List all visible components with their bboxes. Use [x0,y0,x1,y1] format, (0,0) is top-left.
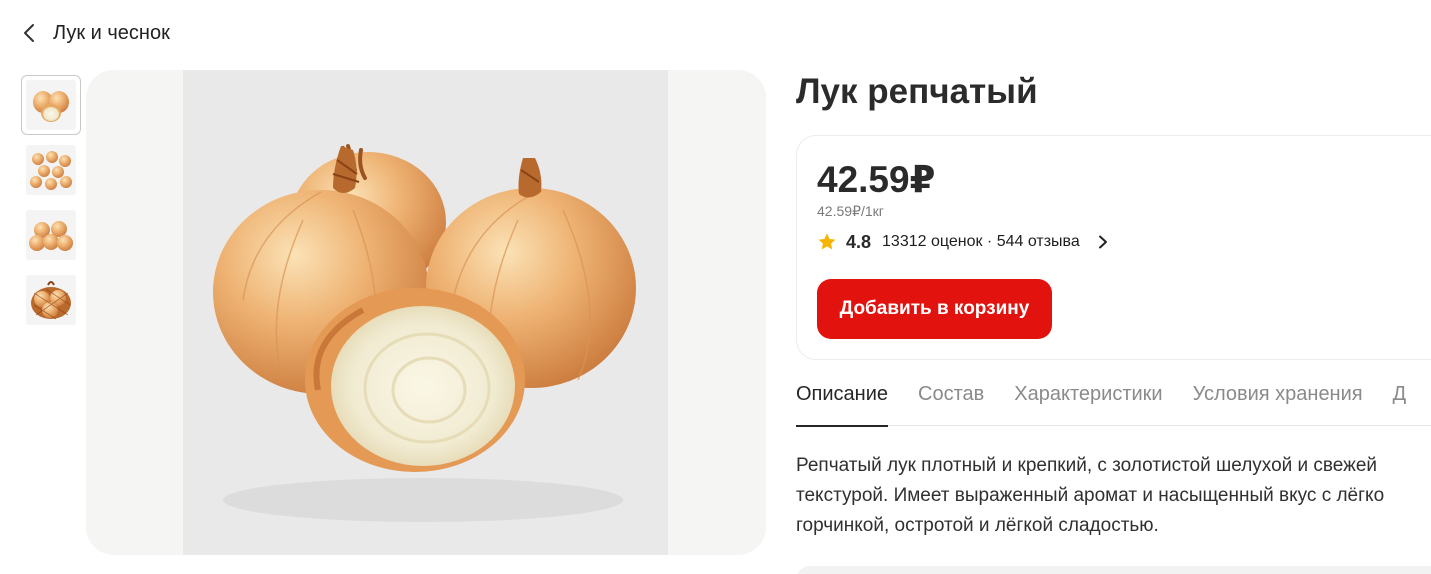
add-to-cart-button[interactable]: Добавить в корзину [817,279,1052,339]
product-photo [183,70,668,555]
onion-net-image [31,281,71,320]
next-section-card [796,566,1431,574]
star-icon [818,233,836,250]
description-line: текстурой. Имеет выраженный аромат и нас… [796,485,1385,506]
price-card: 42.59₽ 42.59₽/1кг 4.8 13312 оценок · 544… [796,135,1431,360]
breadcrumb[interactable]: Лук и чеснок [20,20,170,46]
product-title: Лук репчатый [796,72,1038,111]
tab-storage[interactable]: Условия хранения [1193,380,1363,426]
tab-composition[interactable]: Состав [918,380,984,426]
onion-image [33,91,69,122]
tab-more[interactable]: Д [1393,380,1407,426]
thumbnail-2[interactable] [21,140,81,200]
description-line: Репчатый лук плотный и крепкий, с золоти… [796,455,1378,476]
chevron-left-icon[interactable] [20,20,38,46]
onion-image [29,221,73,251]
rating-score: 4.8 [846,231,872,252]
onion-photo [213,144,636,522]
rating-link[interactable]: 4.8 13312 оценок · 544 отзыва [817,230,1112,254]
thumbnail-3[interactable] [21,205,81,265]
rating-summary: 13312 оценок · 544 отзыва [882,233,1080,250]
price: 42.59₽ [817,159,936,200]
chevron-right-icon[interactable] [1098,235,1112,249]
breadcrumb-label[interactable]: Лук и чеснок [53,22,170,45]
thumbnail-1[interactable] [21,75,81,135]
product-tabs: Описание Состав Характеристики Условия х… [796,380,1431,427]
thumbnail-4[interactable] [21,270,81,330]
tab-characteristics[interactable]: Характеристики [1014,380,1162,426]
description-line: горчинкой, остротой и лёгкой сладостью. [796,515,1159,536]
unit-price: 42.59₽/1кг [817,203,884,219]
onion-image [30,151,72,190]
tab-description[interactable]: Описание [796,380,889,427]
product-description: Репчатый лук плотный и крепкий, с золоти… [796,451,1431,541]
thumbnail-list [21,75,81,335]
product-gallery[interactable] [86,70,766,555]
